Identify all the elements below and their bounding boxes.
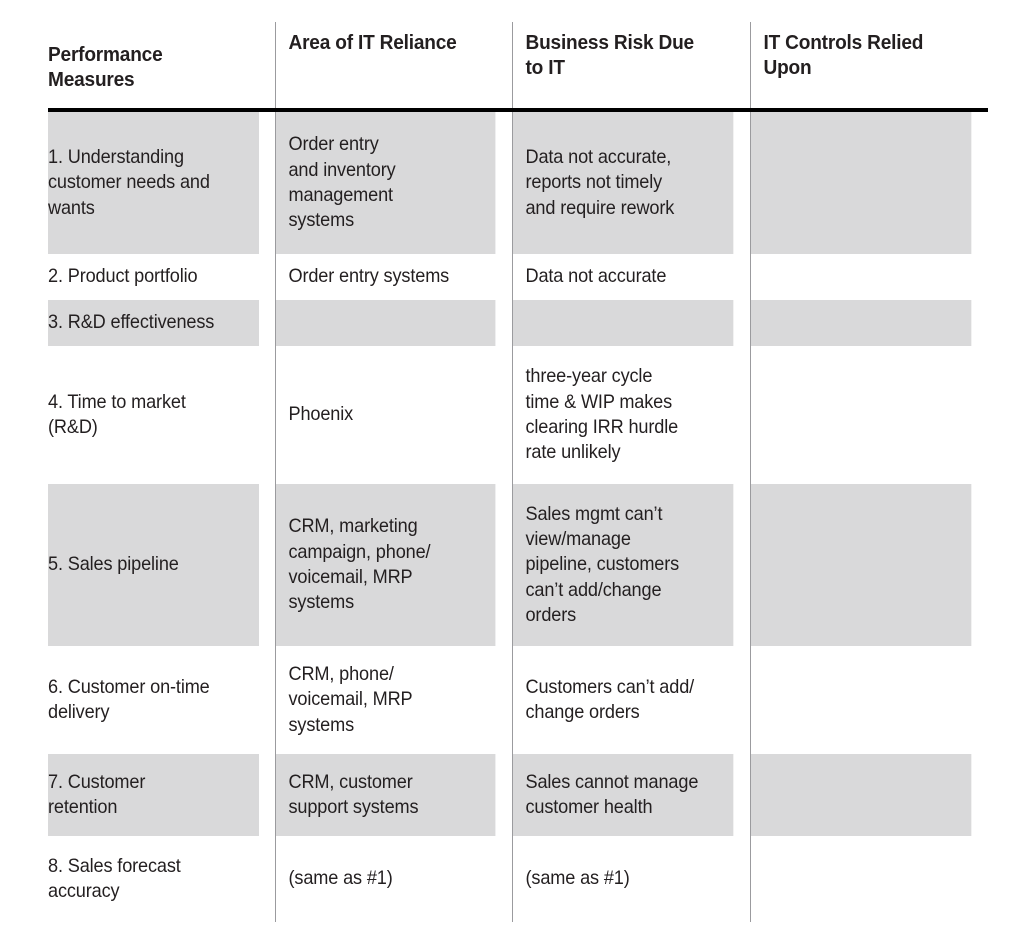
cell-text: (same as #1) [525,867,630,890]
cell-text: (same as #1) [288,867,393,890]
cell-performance-measures: 1. Understanding customer needs and want… [48,110,260,254]
cell-text: three-year cycle time & WIP makes cleari… [525,365,679,464]
cell-text: Order entry and inventory management sys… [288,133,396,232]
cell-area-of-it-reliance: Order entry and inventory management sys… [274,110,496,254]
cell-performance-measures: 5. Sales pipeline [48,484,260,646]
table-row: 4. Time to market (R&D) Phoenix three-ye… [48,346,988,484]
cell-text: Data not accurate, reports not timely an… [525,145,675,219]
cell-performance-measures: 2. Product portfolio [48,254,260,300]
cell-area-of-it-reliance: (same as #1) [274,836,496,922]
table-header-row: Performance Measures Area of IT Reliance… [48,22,988,112]
table-row: 3. R&D effectiveness [48,300,988,346]
cell-performance-measures: 6. Customer on-time delivery [48,646,260,754]
cell-business-risk-due-to-it: Data not accurate [511,254,734,300]
cell-business-risk-due-to-it: Sales cannot manage customer health [511,754,734,836]
table-row: 7. Customer retention CRM, customer supp… [48,754,988,836]
cell-it-controls-relied-upon [749,484,972,646]
cell-it-controls-relied-upon [749,646,972,754]
column-header-it-controls-relied-upon-label: IT Controls Relied Upon [763,31,924,79]
cell-text: 5. Sales pipeline [48,553,179,576]
cell-it-controls-relied-upon [749,254,972,300]
column-header-business-risk-due-to-it-label: Business Risk Due to IT [525,31,694,79]
column-header-area-of-it-reliance: Area of IT Reliance [274,22,496,112]
column-header-it-controls-relied-upon: IT Controls Relied Upon [749,22,972,112]
cell-business-risk-due-to-it: Data not accurate, reports not timely an… [511,110,734,254]
cell-text: CRM, customer support systems [288,770,419,818]
table-header: Performance Measures Area of IT Reliance… [48,22,988,112]
cell-performance-measures: 7. Customer retention [48,754,260,836]
cell-text: 1. Understanding customer needs and want… [48,145,210,219]
cell-performance-measures: 3. R&D effectiveness [48,300,260,346]
cell-performance-measures: 4. Time to market (R&D) [48,346,260,484]
column-header-performance-measures: Performance Measures [48,22,260,112]
cell-business-risk-due-to-it: Sales mgmt can’t view/manage pipeline, c… [511,484,734,646]
cell-text: 8. Sales forecast accuracy [48,854,181,902]
cell-it-controls-relied-upon [749,754,972,836]
cell-text: 6. Customer on-time delivery [48,675,210,723]
it-reliance-table-container: Performance Measures Area of IT Reliance… [48,22,988,922]
table-row: 8. Sales forecast accuracy (same as #1) … [48,836,988,922]
cell-it-controls-relied-upon [749,346,972,484]
cell-text: CRM, phone/ voicemail, MRP systems [288,662,413,736]
cell-text: Customers can’t add/ change orders [525,675,695,723]
cell-area-of-it-reliance [274,300,496,346]
cell-text: Phoenix [288,403,354,426]
cell-it-controls-relied-upon [749,300,972,346]
cell-area-of-it-reliance: CRM, customer support systems [274,754,496,836]
table-row: 2. Product portfolio Order entry systems… [48,254,988,300]
table-row: 5. Sales pipeline CRM, marketing campaig… [48,484,988,646]
it-reliance-table: Performance Measures Area of IT Reliance… [48,22,988,922]
cell-area-of-it-reliance: Order entry systems [274,254,496,300]
cell-area-of-it-reliance: Phoenix [274,346,496,484]
cell-text: 2. Product portfolio [48,265,198,288]
table-row: 6. Customer on-time delivery CRM, phone/… [48,646,988,754]
column-header-performance-measures-label: Performance Measures [48,43,163,91]
cell-business-risk-due-to-it [511,300,734,346]
cell-performance-measures: 8. Sales forecast accuracy [48,836,260,922]
cell-text: 7. Customer retention [48,770,146,818]
cell-area-of-it-reliance: CRM, marketing campaign, phone/ voicemai… [274,484,496,646]
cell-text: Data not accurate [525,265,667,288]
cell-it-controls-relied-upon [749,836,972,922]
cell-area-of-it-reliance: CRM, phone/ voicemail, MRP systems [274,646,496,754]
cell-text: 4. Time to market (R&D) [48,390,186,438]
cell-business-risk-due-to-it: (same as #1) [511,836,734,922]
cell-text: CRM, marketing campaign, phone/ voicemai… [288,515,431,614]
column-header-area-of-it-reliance-label: Area of IT Reliance [288,31,457,54]
cell-business-risk-due-to-it: three-year cycle time & WIP makes cleari… [511,346,734,484]
table-body: 1. Understanding customer needs and want… [48,110,988,922]
column-header-business-risk-due-to-it: Business Risk Due to IT [511,22,734,112]
cell-text: 3. R&D effectiveness [48,311,215,334]
cell-text: Sales cannot manage customer health [525,770,699,818]
cell-text: Sales mgmt can’t view/manage pipeline, c… [525,502,680,627]
cell-text: Order entry systems [288,265,450,288]
cell-business-risk-due-to-it: Customers can’t add/ change orders [511,646,734,754]
cell-it-controls-relied-upon [749,110,972,254]
table-row: 1. Understanding customer needs and want… [48,110,988,254]
